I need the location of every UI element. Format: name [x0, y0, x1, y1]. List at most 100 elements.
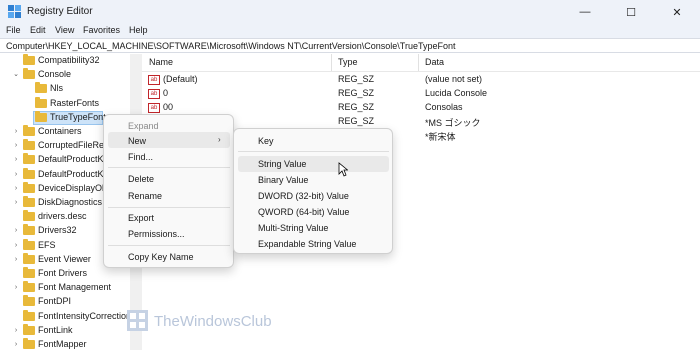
watermark-text: TheWindowsClub	[154, 313, 272, 330]
value-row[interactable]: ab 0 REG_SZ Lucida Console	[142, 87, 700, 101]
folder-icon	[35, 110, 47, 122]
submenu-chevron-icon: ›	[218, 135, 221, 144]
brand-logo-icon	[127, 310, 148, 331]
column-divider[interactable]	[331, 54, 332, 71]
tree-item-label: TrueTypeFont	[50, 111, 106, 122]
folder-icon	[23, 295, 35, 307]
tree-item-label: Containers	[38, 126, 82, 136]
tree-item[interactable]: ⌄ Console	[0, 68, 130, 82]
value-type: REG_SZ	[338, 102, 375, 112]
tree-item-label: Console	[38, 69, 72, 80]
chevron-right-icon[interactable]: ›	[12, 241, 20, 251]
chevron-right-icon[interactable]: ›	[12, 255, 20, 265]
new-key[interactable]: Key	[258, 136, 274, 146]
chevron-right-icon[interactable]: ›	[12, 155, 20, 165]
window-title: Registry Editor	[27, 6, 93, 17]
folder-icon	[23, 323, 35, 335]
value-name: 0	[163, 88, 169, 98]
tree-item-label: DefaultProductK	[38, 168, 104, 179]
chevron-right-icon[interactable]: ›	[12, 226, 20, 236]
menu-file[interactable]: File	[6, 25, 21, 35]
menu-new[interactable]: New	[128, 136, 146, 146]
new-binary-value[interactable]: Binary Value	[258, 175, 308, 185]
menu-help[interactable]: Help	[129, 25, 148, 35]
new-string-value[interactable]: String Value	[258, 159, 306, 169]
menu-bar: File Edit View Favorites Help	[0, 24, 700, 38]
tree-item[interactable]: FontDPI	[0, 295, 130, 309]
tree-item[interactable]: › FontMapper	[0, 338, 130, 350]
string-value-icon: ab	[148, 89, 160, 99]
chevron-right-icon[interactable]: ›	[12, 326, 20, 336]
folder-icon	[23, 167, 35, 179]
chevron-right-icon[interactable]: ›	[12, 127, 20, 137]
menu-favorites[interactable]: Favorites	[83, 25, 120, 35]
tree-item-label: Nls	[50, 83, 63, 94]
header-divider	[142, 71, 700, 72]
string-value-icon: ab	[148, 103, 160, 113]
folder-icon	[23, 238, 35, 250]
chevron-down-icon[interactable]: ⌄	[12, 70, 20, 80]
value-name: (Default)	[163, 74, 198, 84]
folder-icon	[35, 96, 47, 108]
tree-item[interactable]: › Font Management	[0, 281, 130, 295]
new-dword-value[interactable]: DWORD (32-bit) Value	[258, 191, 349, 201]
chevron-right-icon[interactable]: ›	[12, 198, 20, 208]
tree-item-label: drivers.desc	[38, 211, 87, 222]
tree-item-label: DiskDiagnostics	[38, 197, 103, 207]
column-header-data[interactable]: Data	[425, 57, 444, 67]
menu-copy-key-name[interactable]: Copy Key Name	[128, 252, 194, 262]
value-row[interactable]: ab 00 REG_SZ Consolas	[142, 101, 700, 115]
folder-icon	[23, 196, 35, 207]
new-expandable-string-value[interactable]: Expandable String Value	[258, 239, 356, 249]
value-type: REG_SZ	[338, 74, 375, 84]
new-highlight	[108, 132, 230, 148]
folder-icon	[23, 181, 35, 193]
address-bar[interactable]: Computer\HKEY_LOCAL_MACHINE\SOFTWARE\Mic…	[0, 38, 700, 53]
folder-icon	[23, 252, 35, 264]
menu-expand[interactable]: Expand	[128, 121, 159, 131]
minimize-button[interactable]: —	[562, 0, 608, 24]
chevron-right-icon[interactable]: ›	[12, 283, 20, 293]
new-submenu: Key String Value Binary Value DWORD (32-…	[233, 128, 393, 254]
registry-editor-app-icon	[8, 5, 21, 18]
menu-find[interactable]: Find...	[128, 152, 153, 162]
tree-item[interactable]: Compatibility32	[0, 54, 130, 68]
value-row[interactable]: ab (Default) REG_SZ (value not set)	[142, 73, 700, 87]
menu-delete[interactable]: Delete	[128, 174, 154, 184]
tree-item[interactable]: Font Drivers	[0, 267, 130, 281]
chevron-right-icon[interactable]: ›	[12, 141, 20, 151]
maximize-button[interactable]: ☐	[608, 0, 654, 24]
close-button[interactable]: ✕	[654, 0, 700, 24]
tree-item[interactable]: Nls	[0, 82, 130, 96]
folder-icon	[23, 68, 35, 80]
chevron-right-icon[interactable]: ›	[12, 340, 20, 350]
column-divider[interactable]	[418, 54, 419, 71]
chevron-right-icon[interactable]: ›	[12, 184, 20, 194]
menu-edit[interactable]: Edit	[30, 25, 46, 35]
value-type: REG_SZ	[338, 116, 375, 126]
tree-item[interactable]: RasterFonts	[0, 96, 130, 111]
menu-view[interactable]: View	[55, 25, 74, 35]
new-qword-value[interactable]: QWORD (64-bit) Value	[258, 207, 349, 217]
watermark: TheWindowsClub	[127, 306, 297, 336]
tree-item[interactable]: FontIntensityCorrection	[0, 309, 130, 324]
folder-icon	[35, 82, 47, 94]
column-header-type[interactable]: Type	[338, 57, 358, 67]
menu-rename[interactable]: Rename	[128, 191, 162, 201]
context-menu: Expand New › Find... Delete Rename Expor…	[103, 114, 234, 268]
menu-permissions[interactable]: Permissions...	[128, 229, 185, 239]
value-data: (value not set)	[425, 74, 483, 84]
value-data: *MS ゴシック	[425, 118, 481, 128]
tree-item-label: DeviceDisplayOb	[38, 182, 108, 193]
tree-item-label: Drivers32	[38, 225, 77, 236]
menu-separator	[108, 167, 230, 168]
menu-export[interactable]: Export	[128, 213, 154, 223]
tree-item-label: Font Management	[38, 282, 112, 293]
column-header-name[interactable]: Name	[149, 57, 173, 67]
string-value-icon: ab	[148, 75, 160, 85]
folder-icon	[23, 309, 35, 321]
tree-item[interactable]: › FontLink	[0, 323, 130, 338]
new-multi-string-value[interactable]: Multi-String Value	[258, 223, 328, 233]
chevron-right-icon[interactable]: ›	[12, 170, 20, 180]
tree-item-label: RasterFonts	[50, 97, 100, 108]
